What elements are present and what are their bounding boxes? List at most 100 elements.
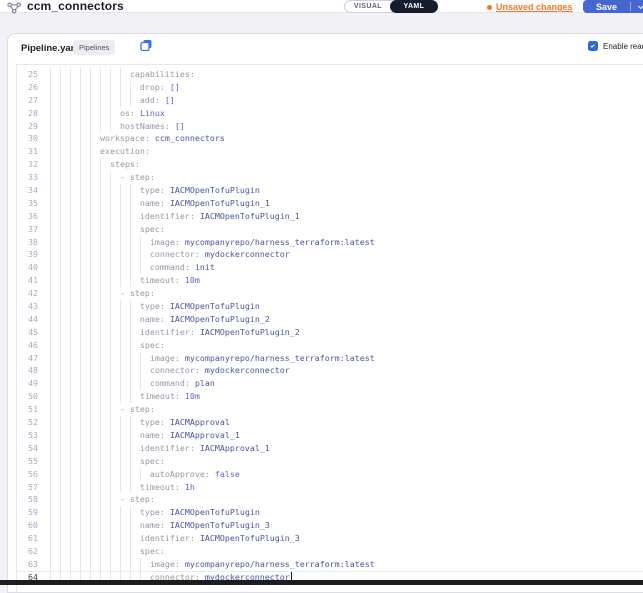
code-content[interactable]: image: mycompanyrepo/harness_terraform:l… [50,558,643,571]
unsaved-changes-link[interactable]: Unsaved changes [487,2,573,12]
code-line[interactable]: 27 add: [] [17,94,643,107]
line-number[interactable]: 45 [17,326,38,339]
code-content[interactable]: identifier: IACMOpenTofuPlugin_3 [50,532,643,545]
code-line[interactable]: 62 spec: [17,545,643,558]
line-number[interactable]: 51 [17,403,38,416]
code-line[interactable]: 61 identifier: IACMOpenTofuPlugin_3 [17,532,643,545]
code-line[interactable]: 38 image: mycompanyrepo/harness_terrafor… [17,236,643,249]
code-content[interactable]: identifier: IACMApproval_1 [50,442,643,455]
code-line[interactable]: 36 identifier: IACMOpenTofuPlugin_1 [17,210,643,223]
code-content[interactable]: image: mycompanyrepo/harness_terraform:l… [50,236,643,249]
code-content[interactable]: add: [] [50,94,643,107]
code-line[interactable]: 51 - step: [17,403,643,416]
line-number[interactable]: 48 [17,364,38,377]
code-line[interactable]: 30 workspace: ccm_connectors [17,132,643,145]
line-number[interactable]: 25 [17,68,38,81]
line-number[interactable]: 56 [17,468,38,481]
line-number[interactable]: 33 [17,171,38,184]
code-content[interactable]: identifier: IACMOpenTofuPlugin_1 [50,210,643,223]
line-number[interactable]: 39 [17,248,38,261]
line-number[interactable]: 55 [17,455,38,468]
code-line[interactable]: 52 type: IACMApproval [17,416,643,429]
line-number[interactable]: 49 [17,377,38,390]
code-line[interactable]: 41 timeout: 10m [17,274,643,287]
line-number[interactable]: 35 [17,197,38,210]
code-line[interactable]: 32 steps: [17,158,643,171]
line-number[interactable]: 47 [17,352,38,365]
code-line[interactable]: 35 name: IACMOpenTofuPlugin_1 [17,197,643,210]
code-line[interactable]: 48 connector: mydockerconnector [17,364,643,377]
line-number[interactable]: 28 [17,107,38,120]
line-number[interactable]: 46 [17,339,38,352]
code-content[interactable]: drop: [] [50,81,643,94]
code-content[interactable]: type: IACMOpenTofuPlugin [50,300,643,313]
code-content[interactable]: steps: [50,158,643,171]
code-content[interactable]: command: plan [50,377,643,390]
code-content[interactable]: timeout: 10m [50,390,643,403]
code-line[interactable]: 26 drop: [] [17,81,643,94]
line-number[interactable]: 42 [17,287,38,300]
line-number[interactable]: 41 [17,274,38,287]
code-line[interactable]: 50 timeout: 10m [17,390,643,403]
line-number[interactable]: 60 [17,519,38,532]
code-line[interactable]: 39 connector: mydockerconnector [17,248,643,261]
code-content[interactable]: spec: [50,545,643,558]
code-line[interactable]: 63 image: mycompanyrepo/harness_terrafor… [17,558,643,571]
code-line[interactable]: 55 spec: [17,455,643,468]
line-number[interactable]: 54 [17,442,38,455]
code-content[interactable]: os: Linux [50,107,643,120]
code-content[interactable]: spec: [50,223,643,236]
code-line[interactable]: 43 type: IACMOpenTofuPlugin [17,300,643,313]
line-number[interactable]: 38 [17,236,38,249]
line-number[interactable]: 53 [17,429,38,442]
code-content[interactable]: workspace: ccm_connectors [50,132,643,145]
toggle-visual-button[interactable]: VISUAL [345,1,391,12]
code-content[interactable]: timeout: 1h [50,481,643,494]
code-line[interactable]: 28 os: Linux [17,107,643,120]
line-number[interactable]: 50 [17,390,38,403]
code-line[interactable]: 40 command: init [17,261,643,274]
code-content[interactable]: spec: [50,455,643,468]
line-number[interactable]: 26 [17,81,38,94]
code-content[interactable]: command: init [50,261,643,274]
code-content[interactable]: name: IACMOpenTofuPlugin_3 [50,519,643,532]
line-number[interactable]: 31 [17,145,38,158]
line-number[interactable]: 30 [17,132,38,145]
code-content[interactable]: type: IACMOpenTofuPlugin [50,184,643,197]
code-content[interactable]: connector: mydockerconnector [50,364,643,377]
code-content[interactable]: identifier: IACMOpenTofuPlugin_2 [50,326,643,339]
code-line[interactable]: 29 hostNames: [] [17,120,643,133]
line-number[interactable]: 27 [17,94,38,107]
line-number[interactable]: 34 [17,184,38,197]
code-content[interactable]: hostNames: [] [50,120,643,133]
line-number[interactable]: 59 [17,506,38,519]
line-number[interactable]: 61 [17,532,38,545]
code-line[interactable]: 45 identifier: IACMOpenTofuPlugin_2 [17,326,643,339]
line-number[interactable]: 36 [17,210,38,223]
code-content[interactable]: - step: [50,493,643,506]
code-line[interactable]: 58 - step: [17,493,643,506]
line-number[interactable]: 32 [17,158,38,171]
code-line[interactable]: 49 command: plan [17,377,643,390]
code-content[interactable]: spec: [50,339,643,352]
yaml-editor[interactable]: 25 capabilities:26 drop: []27 add: []28 … [16,64,643,592]
line-number[interactable]: 43 [17,300,38,313]
code-line[interactable]: 57 timeout: 1h [17,481,643,494]
enable-readonly-checkbox[interactable] [588,41,598,51]
code-content[interactable]: - step: [50,287,643,300]
code-line[interactable]: 56 autoApprove: false [17,468,643,481]
line-number[interactable]: 52 [17,416,38,429]
code-content[interactable]: type: IACMApproval [50,416,643,429]
code-line[interactable]: 59 type: IACMOpenTofuPlugin [17,506,643,519]
code-content[interactable]: - step: [50,171,643,184]
code-content[interactable]: type: IACMOpenTofuPlugin [50,506,643,519]
code-content[interactable]: capabilities: [50,68,643,81]
code-content[interactable]: timeout: 10m [50,274,643,287]
code-line[interactable]: 34 type: IACMOpenTofuPlugin [17,184,643,197]
code-line[interactable]: 33 - step: [17,171,643,184]
save-dropdown-button[interactable] [631,5,643,9]
line-number[interactable]: 57 [17,481,38,494]
code-content[interactable]: - step: [50,403,643,416]
code-content[interactable]: name: IACMOpenTofuPlugin_2 [50,313,643,326]
code-line[interactable]: 47 image: mycompanyrepo/harness_terrafor… [17,352,643,365]
